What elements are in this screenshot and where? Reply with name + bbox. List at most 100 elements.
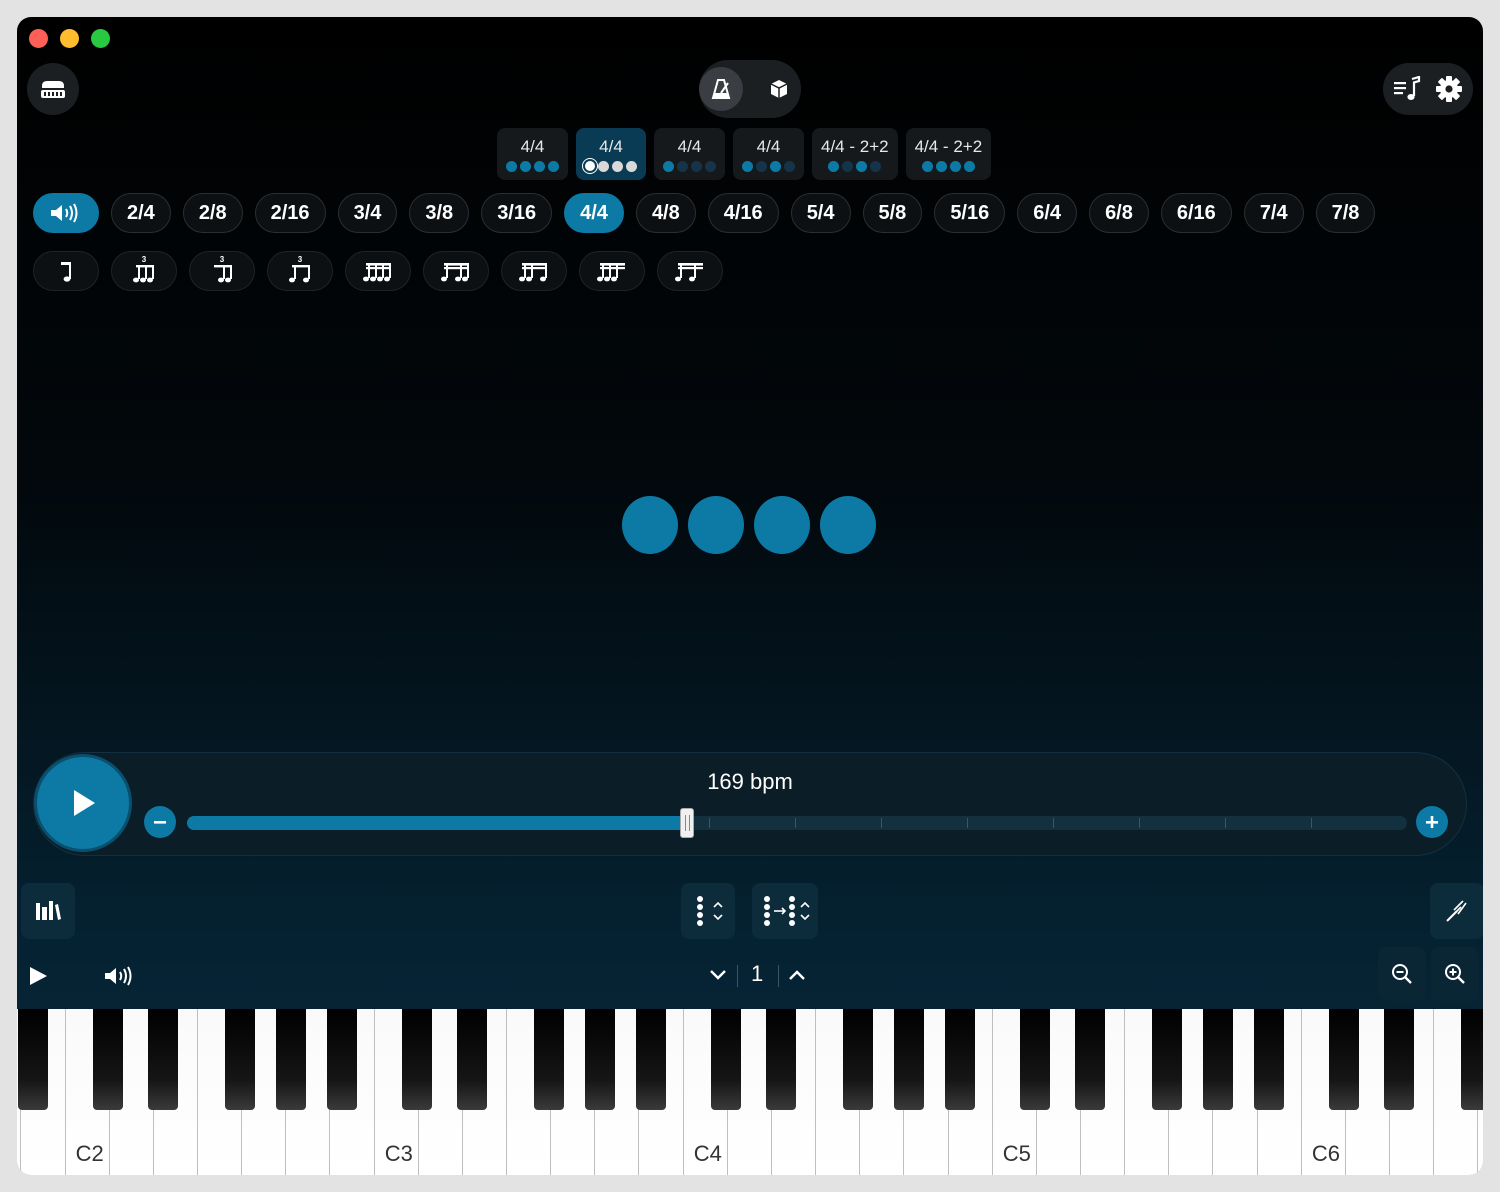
zoom-out-button[interactable] [1378,947,1426,1001]
piano-black-key[interactable] [636,1009,667,1110]
preset-beat-dot [626,160,637,172]
piano-black-key[interactable] [1151,1009,1182,1110]
preset-4[interactable]: 4/4 [733,128,804,180]
meter-5-8[interactable]: 5/8 [862,193,923,233]
bar-decrease-button[interactable] [707,963,729,987]
preset-beat-dots [742,160,795,172]
piano-black-key[interactable] [711,1009,742,1110]
piano-black-key[interactable] [17,1009,48,1110]
piano-black-key[interactable] [1460,1009,1483,1110]
metronome-mode-button[interactable] [699,67,743,111]
harmonica-button[interactable] [27,63,79,115]
preset-1[interactable]: 4/4 [497,128,568,180]
preset-5[interactable]: 4/4 - 2+2 [812,128,898,180]
piano-black-key[interactable] [93,1009,124,1110]
meter-3-8[interactable]: 3/8 [409,193,470,233]
meter-3-4[interactable]: 3/4 [337,193,398,233]
tuning-fork-button[interactable] [1430,883,1483,939]
meter-7-4[interactable]: 7/4 [1243,193,1304,233]
tempo-slider-tick [881,818,882,828]
bar-increase-button[interactable] [786,963,808,987]
subdivision-9-button[interactable] [657,251,723,291]
zoom-in-button[interactable] [1431,947,1479,1001]
subdivision-5-button[interactable] [345,251,411,291]
subdivision-8-button[interactable] [579,251,645,291]
subdivision-2-button[interactable]: 3 [111,251,177,291]
playlist-icon[interactable] [1393,76,1421,102]
piano-black-key[interactable] [456,1009,487,1110]
piano-key-label: C6 [1311,1141,1340,1166]
piano-black-key[interactable] [1329,1009,1360,1110]
preset-beat-dot [742,160,753,172]
preset-beat-dot [612,160,623,172]
tempo-slider-tick [709,818,710,828]
meter-2-8[interactable]: 2/8 [182,193,243,233]
meter-4-16[interactable]: 4/16 [707,193,779,233]
meter-5-16[interactable]: 5/16 [934,193,1006,233]
tempo-increase-button[interactable] [1416,806,1448,838]
subdivision-7-button[interactable] [501,251,567,291]
meter-2-4[interactable]: 2/4 [111,193,171,233]
piano-black-key[interactable] [402,1009,433,1110]
preview-sound-button[interactable] [103,961,137,991]
piano-black-key[interactable] [533,1009,564,1110]
piano-key-label: C3 [384,1141,413,1166]
piano-black-key[interactable] [842,1009,873,1110]
tempo-slider[interactable] [187,808,1407,838]
preset-3[interactable]: 4/4 [654,128,725,180]
minimize-window-button[interactable] [60,29,79,48]
piano-black-key[interactable] [893,1009,924,1110]
piano-black-key[interactable] [765,1009,796,1110]
meter-6-8[interactable]: 6/8 [1089,193,1149,233]
preset-beat-dots [828,160,882,172]
piano-black-key[interactable] [327,1009,358,1110]
piano-black-key[interactable] [1074,1009,1105,1110]
meter-3-16[interactable]: 3/16 [481,193,553,233]
meter-sound-button[interactable] [33,193,99,233]
subdivision-1-button[interactable] [33,251,99,291]
piano-black-key[interactable] [584,1009,615,1110]
piano-keyboard[interactable]: C2 C3 C4 C5 C6 [17,1009,1483,1175]
beat-dot-1 [622,496,678,554]
bar-transition-stepper[interactable] [752,883,818,939]
subdivision-6-button[interactable] [423,251,489,291]
meter-4-8[interactable]: 4/8 [635,193,696,233]
tempo-slider-thumb[interactable] [680,808,695,838]
gear-icon[interactable] [1435,75,1463,103]
piano-black-key[interactable] [275,1009,306,1110]
meter-2-16[interactable]: 2/16 [254,193,326,233]
piano-black-key[interactable] [147,1009,178,1110]
preset-6[interactable]: 4/4 - 2+2 [905,128,992,180]
piano-black-key[interactable] [1383,1009,1414,1110]
subdivision-4-button[interactable]: 3 [267,251,333,291]
tempo-decrease-button[interactable] [144,806,176,838]
library-button[interactable] [21,883,75,939]
beats-per-bar-stepper[interactable] [681,883,735,939]
window-controls [29,29,110,48]
piano-black-key[interactable] [1202,1009,1233,1110]
zoom-window-button[interactable] [91,29,110,48]
cube-mode-button[interactable] [757,67,801,111]
plus-icon [1426,816,1438,828]
piano-key-label: C4 [693,1141,722,1166]
harmonica-icon [41,81,65,98]
subdivision-3-button[interactable]: 3 [189,251,255,291]
minus-icon [154,821,166,824]
meter-5-4[interactable]: 5/4 [790,193,851,233]
right-toolbar [1383,63,1473,115]
meter-4-4[interactable]: 4/4 [564,193,624,233]
sixteenth-pattern-4-icon [675,263,703,282]
meter-6-4[interactable]: 6/4 [1017,193,1078,233]
piano-black-key[interactable] [224,1009,255,1110]
tempo-slider-tick [795,818,796,828]
preset-2[interactable]: 4/4 [576,128,646,180]
piano-black-key[interactable] [945,1009,976,1110]
piano-black-key[interactable] [1254,1009,1285,1110]
piano-black-key[interactable] [1020,1009,1051,1110]
preview-play-button[interactable] [25,961,51,991]
preset-beat-dot [828,160,840,172]
meter-6-16[interactable]: 6/16 [1160,193,1232,233]
meter-7-8[interactable]: 7/8 [1315,193,1376,233]
library-icon [36,901,61,920]
close-window-button[interactable] [29,29,48,48]
